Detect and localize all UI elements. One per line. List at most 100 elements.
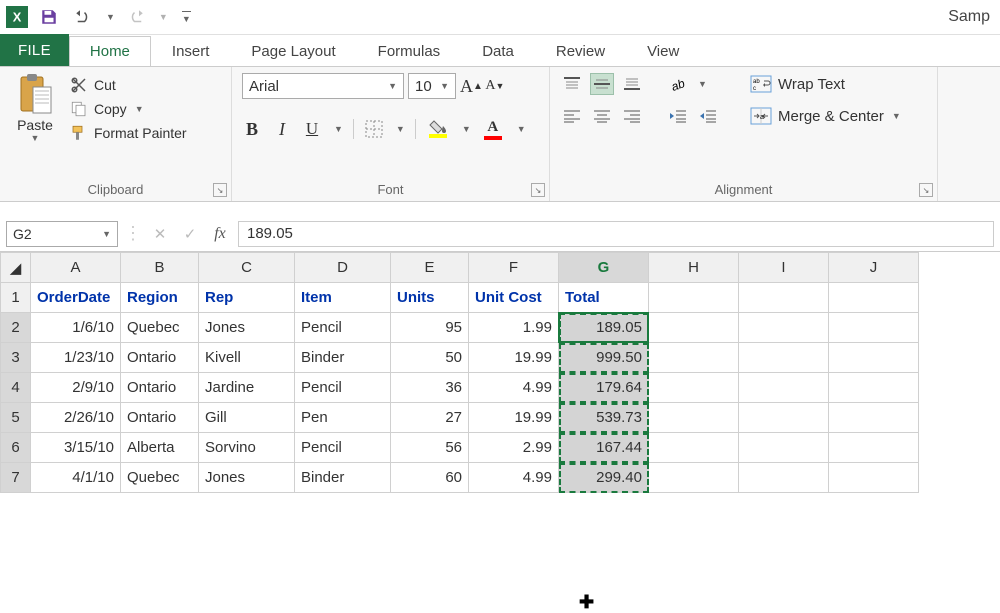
cell[interactable]: 4.99 [469,463,559,493]
cell[interactable]: Pencil [295,373,391,403]
underline-button[interactable]: U [302,117,322,141]
save-button[interactable] [36,4,62,30]
copy-button[interactable]: Copy ▼ [68,99,189,119]
align-bottom-button[interactable] [620,73,644,95]
tab-formulas[interactable]: Formulas [357,36,462,66]
cell[interactable] [739,403,829,433]
undo-button[interactable] [70,4,96,30]
row-header-2[interactable]: 2 [1,313,31,343]
cancel-formula-button[interactable]: ✕ [148,222,172,246]
formula-input[interactable]: 189.05 [238,221,994,247]
font-name-selector[interactable]: Arial ▼ [242,73,404,99]
cell[interactable] [829,313,919,343]
cell[interactable]: 4.99 [469,373,559,403]
align-left-button[interactable] [560,105,584,127]
cell[interactable]: Unit Cost [469,283,559,313]
col-header-H[interactable]: H [649,253,739,283]
cell[interactable]: Jones [199,313,295,343]
cell[interactable] [649,343,739,373]
spreadsheet-grid[interactable]: ◢ A B C D E F G H I J 1 OrderDate Region… [0,252,1000,493]
cell[interactable]: Quebec [121,463,199,493]
wrap-text-button[interactable]: abc Wrap Text [746,73,905,95]
decrease-indent-button[interactable] [666,105,690,127]
align-top-button[interactable] [560,73,584,95]
clipboard-launcher[interactable]: ↘ [213,183,227,197]
name-box[interactable]: G2 ▼ [6,221,118,247]
redo-caret-icon[interactable]: ▼ [159,12,168,22]
cell-G2-active[interactable]: 189.05 [559,313,649,343]
decrease-font-button[interactable]: A▼ [485,74,505,98]
col-header-G[interactable]: G [559,253,649,283]
cell[interactable]: Region [121,283,199,313]
cell[interactable] [829,283,919,313]
cell[interactable]: 50 [391,343,469,373]
orientation-button[interactable]: ab [666,73,690,95]
cell[interactable]: Total [559,283,649,313]
cell[interactable]: Binder [295,343,391,373]
cell[interactable]: 167.44 [559,433,649,463]
cell[interactable]: Pencil [295,313,391,343]
cell[interactable]: Ontario [121,343,199,373]
cell[interactable]: Ontario [121,403,199,433]
cell[interactable]: 19.99 [469,403,559,433]
fill-caret-icon[interactable]: ▼ [462,124,471,134]
merge-center-button[interactable]: a Merge & Center ▼ [746,105,905,127]
col-header-I[interactable]: I [739,253,829,283]
cell[interactable]: 1/23/10 [31,343,121,373]
paste-button[interactable]: Paste ▼ [10,73,60,143]
cell[interactable]: Kivell [199,343,295,373]
row-header-4[interactable]: 4 [1,373,31,403]
cell[interactable]: 1.99 [469,313,559,343]
cell[interactable]: Ontario [121,373,199,403]
cell[interactable]: 36 [391,373,469,403]
copy-caret-icon[interactable]: ▼ [135,104,144,114]
cell[interactable] [829,373,919,403]
insert-function-button[interactable]: fx [208,222,232,246]
tab-view[interactable]: View [626,36,700,66]
row-header-1[interactable]: 1 [1,283,31,313]
cell[interactable]: OrderDate [31,283,121,313]
fill-color-button[interactable] [426,117,450,141]
italic-button[interactable]: I [272,117,292,141]
qat-customize-icon[interactable]: ▼ [182,11,191,24]
cell[interactable]: 2/26/10 [31,403,121,433]
cell[interactable] [649,283,739,313]
cell[interactable] [649,373,739,403]
cell[interactable] [829,463,919,493]
cell[interactable] [829,403,919,433]
bold-button[interactable]: B [242,117,262,141]
cell[interactable]: 19.99 [469,343,559,373]
cell[interactable]: Jones [199,463,295,493]
col-header-C[interactable]: C [199,253,295,283]
row-header-5[interactable]: 5 [1,403,31,433]
orientation-caret-icon[interactable]: ▼ [698,79,707,89]
cell[interactable]: Quebec [121,313,199,343]
cell[interactable] [649,433,739,463]
alignment-launcher[interactable]: ↘ [919,183,933,197]
cell[interactable]: 2.99 [469,433,559,463]
increase-indent-button[interactable] [696,105,720,127]
cell[interactable] [739,283,829,313]
tab-home[interactable]: Home [69,36,151,66]
tab-data[interactable]: Data [461,36,535,66]
col-header-D[interactable]: D [295,253,391,283]
align-center-button[interactable] [590,105,614,127]
cell[interactable]: 3/15/10 [31,433,121,463]
cell[interactable] [649,463,739,493]
font-color-button[interactable]: A [481,117,505,141]
cell[interactable]: 999.50 [559,343,649,373]
font-launcher[interactable]: ↘ [531,183,545,197]
cell[interactable]: 27 [391,403,469,433]
underline-caret-icon[interactable]: ▼ [334,124,343,134]
cell[interactable] [829,433,919,463]
cell[interactable] [649,403,739,433]
tab-page-layout[interactable]: Page Layout [230,36,356,66]
cell[interactable]: 1/6/10 [31,313,121,343]
align-right-button[interactable] [620,105,644,127]
redo-button[interactable] [123,4,149,30]
cell[interactable]: 539.73 [559,403,649,433]
font-color-caret-icon[interactable]: ▼ [517,124,526,134]
increase-font-button[interactable]: A▲ [460,74,483,98]
align-middle-button[interactable] [590,73,614,95]
undo-caret-icon[interactable]: ▼ [106,12,115,22]
